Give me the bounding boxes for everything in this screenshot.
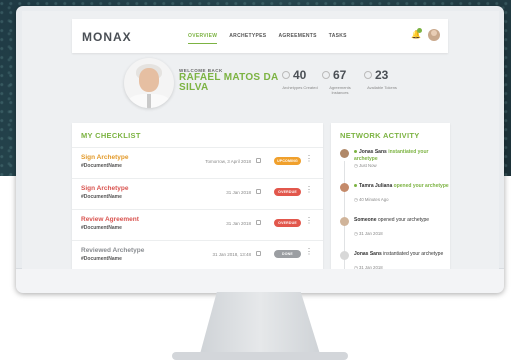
avatar (340, 251, 349, 260)
stat-value: 40 (293, 68, 307, 82)
app-logo[interactable]: MONAX (82, 30, 132, 44)
new-indicator-icon (354, 184, 357, 188)
status-badge: UPCOMING (274, 157, 301, 165)
token-icon (364, 71, 372, 79)
activity-text: Someone opened your archetype (354, 217, 450, 224)
activity-action: opened your archetype (393, 183, 449, 189)
checklist-row[interactable]: Sign Archetype #DocumentName Tomorrow, 3 A… (72, 147, 323, 179)
activity-time: ◷ 31 Jan 2018 (354, 231, 383, 237)
checklist-row[interactable]: Reviewed Archetype #DocumentName 31 Jan 20… (72, 240, 323, 269)
activity-user[interactable]: Tamra Juliana (359, 183, 392, 189)
activity-time-text: 31 Jan 2018 (358, 265, 383, 269)
checklist-title: MY CHECKLIST (81, 131, 141, 140)
more-icon[interactable]: ⋮ (305, 248, 313, 256)
avatar (340, 183, 349, 192)
more-icon[interactable]: ⋮ (305, 186, 313, 194)
activity-time-text: 31 Jan 2018 (358, 231, 383, 236)
activity-item[interactable]: Jonas Sans instantiated your archetype ◷ … (340, 251, 450, 269)
task-date: 31 Jan 2018 (226, 221, 251, 226)
status-badge: OVERDUE (274, 219, 301, 227)
agreement-icon (322, 71, 330, 79)
activity-time: ◷ 31 Jan 2018 (354, 265, 383, 269)
stat-label: Agreements Instances (329, 85, 351, 95)
task-title[interactable]: Sign Archetype (81, 185, 128, 192)
avatar (340, 217, 349, 226)
activity-user[interactable]: Someone (354, 217, 377, 223)
more-icon[interactable]: ⋮ (305, 155, 313, 163)
stat-value: 67 (333, 68, 347, 82)
activity-user[interactable]: Jonas Sans (359, 149, 387, 155)
activity-time-text: 40 Minutes Ago (358, 197, 389, 202)
nav-overview[interactable]: OVERVIEW (188, 33, 218, 44)
calendar-icon (256, 220, 261, 225)
checklist-row[interactable]: Review Agreement #DocumentName 31 Jan 2018… (72, 209, 323, 241)
user-name: RAFAEL MATOS DA SILVA (179, 72, 279, 93)
activity-text: Tamra Juliana opened your archetype (354, 183, 450, 190)
activity-time: ◷ 40 Minutes Ago (354, 197, 389, 203)
activity-text: Jonas Sans instantiated your archetype (354, 149, 450, 162)
calendar-icon (256, 158, 261, 163)
task-title[interactable]: Review Agreement (81, 216, 139, 223)
monitor-chin (16, 268, 504, 293)
nav-archetypes[interactable]: ARCHETYPES (229, 33, 266, 44)
activity-item[interactable]: Jonas Sans instantiated your archetype ◷ … (340, 149, 450, 179)
profile-avatar (124, 58, 174, 108)
user-avatar[interactable] (428, 29, 440, 41)
activity-card: NETWORK ACTIVITY Jonas Sans instantiated… (331, 123, 450, 269)
task-document: #DocumentName (81, 163, 122, 169)
task-date: 31 Jan 2018 (226, 190, 251, 195)
activity-title: NETWORK ACTIVITY (340, 131, 420, 140)
monitor-base (172, 352, 348, 360)
task-document: #DocumentName (81, 256, 122, 262)
app-screen: MONAX OVERVIEW ARCHETYPES AGREEMENTS TAS… (22, 11, 499, 269)
monitor-stand (200, 292, 320, 354)
nav-agreements[interactable]: AGREEMENTS (278, 33, 316, 44)
avatar (340, 149, 349, 158)
status-badge: DONE (274, 250, 301, 258)
main-nav: OVERVIEW ARCHETYPES AGREEMENTS TASKS (188, 33, 359, 44)
activity-item[interactable]: Someone opened your archetype ◷ 31 Jan 20… (340, 217, 450, 247)
file-icon (282, 71, 290, 79)
activity-time-text: Just Now (358, 163, 377, 168)
task-title[interactable]: Sign Archetype (81, 154, 128, 161)
calendar-icon (256, 251, 261, 256)
calendar-icon (256, 189, 261, 194)
task-document: #DocumentName (81, 194, 122, 200)
notification-badge (417, 28, 422, 33)
app-header: MONAX OVERVIEW ARCHETYPES AGREEMENTS TAS… (72, 19, 448, 53)
nav-tasks[interactable]: TASKS (329, 33, 347, 44)
activity-text: Jonas Sans instantiated your archetype (354, 251, 450, 258)
stat-label: Archetypes Created (282, 85, 318, 90)
activity-action: opened your archetype (377, 217, 430, 223)
checklist-row[interactable]: Sign Archetype #DocumentName 31 Jan 2018 OV… (72, 178, 323, 210)
status-badge: OVERDUE (274, 188, 301, 196)
more-icon[interactable]: ⋮ (305, 217, 313, 225)
task-date: Tomorrow, 3 April 2018 (205, 159, 251, 164)
activity-item[interactable]: Tamra Juliana opened your archetype ◷ 40 … (340, 183, 450, 213)
activity-time: ◷ Just Now (354, 163, 377, 169)
stat-value: 23 (375, 68, 389, 82)
task-document: #DocumentName (81, 225, 122, 231)
task-date: 31 Jan 2018, 13:48 (212, 252, 251, 257)
stat-label: Available Tokens (367, 85, 397, 90)
activity-user[interactable]: Jonas Sans (354, 251, 382, 257)
checklist-card: MY CHECKLIST Sign Archetype #DocumentName… (72, 123, 323, 269)
task-title[interactable]: Reviewed Archetype (81, 247, 144, 254)
new-indicator-icon (354, 150, 357, 154)
activity-action: instantiated your archetype (383, 251, 444, 257)
